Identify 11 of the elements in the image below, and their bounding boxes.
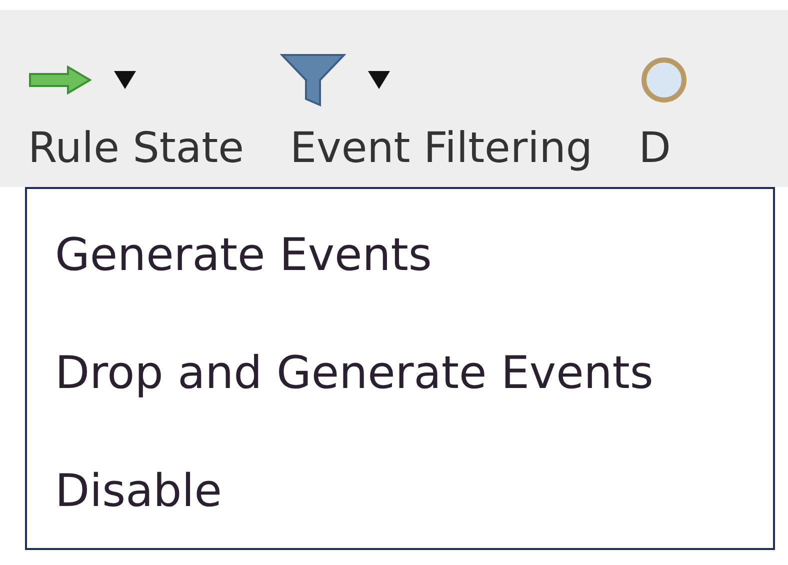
magnifier-icon: [638, 55, 689, 105]
toolbar-button-label[interactable]: Rule State: [28, 120, 244, 176]
toolbar-button-label[interactable]: Event Filtering: [290, 120, 593, 176]
caret-icon[interactable]: [368, 71, 390, 89]
arrow-icon: [28, 65, 92, 95]
menu-item[interactable]: Generate Events: [27, 195, 773, 313]
menu-item[interactable]: Drop and Generate Events: [27, 313, 773, 431]
caret-icon[interactable]: [114, 71, 136, 89]
toolbar-button-label[interactable]: D: [638, 120, 671, 176]
menu-item[interactable]: Disable: [27, 431, 773, 549]
filter-icon: [280, 52, 346, 108]
